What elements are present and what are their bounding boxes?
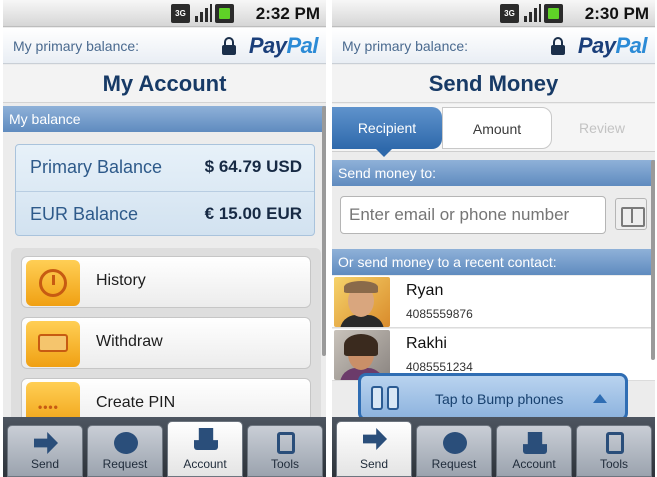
menu-item-withdraw[interactable]: Withdraw — [21, 317, 311, 369]
tab-request[interactable]: Request — [416, 425, 492, 477]
menu-item-label: History — [96, 272, 146, 289]
tab-tools[interactable]: Tools — [576, 425, 652, 477]
status-bar: 3G 2:30 PM — [332, 0, 655, 27]
request-icon — [443, 432, 467, 454]
tools-icon — [277, 432, 295, 454]
tab-label: Account — [183, 457, 227, 471]
withdraw-icon — [26, 321, 80, 367]
signal-icon — [193, 4, 212, 23]
bump-phones-button[interactable]: Tap to Bump phones — [358, 373, 628, 421]
balance-header: My primary balance: PayPal — [332, 28, 655, 64]
paypal-logo: PayPal — [577, 33, 648, 58]
balance-value: € 15.00 EUR — [204, 204, 302, 223]
balance-header: My primary balance: PayPal — [3, 28, 326, 64]
step-amount[interactable]: Amount — [442, 107, 552, 149]
tab-account[interactable]: Account — [496, 425, 572, 477]
contact-number: 4085559876 — [406, 307, 473, 321]
expand-up-icon — [593, 394, 607, 403]
battery-icon — [544, 4, 563, 23]
menu-item-history[interactable]: History — [21, 256, 311, 308]
tab-label: Request — [102, 457, 148, 471]
my-balance-section-header: My balance — [3, 106, 326, 132]
tab-label: Tools — [599, 457, 628, 471]
contact-name: Rakhi — [406, 335, 447, 352]
contact-number: 4085551234 — [406, 360, 473, 374]
primary-balance-label: My primary balance: — [342, 38, 469, 54]
menu-item-label: Withdraw — [96, 333, 163, 350]
contact-name: Ryan — [406, 282, 444, 299]
tab-send[interactable]: Send — [336, 421, 412, 477]
tab-account[interactable]: Account — [167, 421, 243, 477]
balance-card: Primary Balance $ 64.79 USD EUR Balance … — [15, 144, 315, 236]
recent-contacts-section-header: Or send money to a recent contact: — [332, 249, 655, 275]
step-review: Review — [552, 107, 652, 149]
menu-item-label: Create PIN — [96, 394, 176, 411]
address-book-icon[interactable] — [615, 198, 647, 230]
send-money-screen: 3G 2:30 PM My primary balance: PayPal Se… — [332, 0, 655, 477]
paypal-logo: PayPal — [248, 33, 319, 58]
lock-icon — [551, 37, 565, 55]
send-icon — [363, 428, 387, 450]
tab-send[interactable]: Send — [7, 425, 83, 477]
tools-icon — [606, 432, 624, 454]
contact-row[interactable]: Ryan 4085559876 — [332, 276, 655, 328]
tab-request[interactable]: Request — [87, 425, 163, 477]
send-steps: Recipient Amount Review — [332, 104, 655, 157]
status-bar: 3G 2:32 PM — [3, 0, 326, 27]
account-icon — [523, 432, 547, 454]
my-account-screen: 3G 2:32 PM My primary balance: PayPal My… — [3, 0, 326, 477]
balance-name: EUR Balance — [30, 204, 139, 224]
page-title: Send Money — [332, 65, 655, 103]
signal-icon — [522, 4, 541, 23]
balance-value: $ 64.79 USD — [204, 157, 302, 176]
tab-label: Tools — [270, 457, 299, 471]
network-3g-icon: 3G — [500, 4, 519, 23]
recipient-row — [332, 186, 655, 246]
scrollbar[interactable] — [322, 106, 326, 356]
request-icon — [114, 432, 138, 454]
bottom-tab-bar: Send Request Account Tools — [3, 417, 326, 477]
page-title: My Account — [3, 65, 326, 103]
network-3g-icon: 3G — [171, 4, 190, 23]
send-icon — [34, 432, 58, 454]
status-time: 2:30 PM — [584, 4, 649, 23]
tab-label: Send — [30, 457, 60, 471]
history-icon — [26, 260, 80, 306]
status-time: 2:32 PM — [255, 4, 320, 23]
avatar — [334, 277, 390, 327]
bump-label: Tap to Bump phones — [435, 391, 564, 407]
primary-balance-row: Primary Balance $ 64.79 USD — [16, 145, 314, 191]
recipient-input[interactable] — [340, 196, 606, 234]
tab-label: Request — [431, 457, 477, 471]
tab-tools[interactable]: Tools — [247, 425, 323, 477]
send-to-section-header: Send money to: — [332, 160, 655, 186]
step-recipient[interactable]: Recipient — [332, 107, 442, 157]
battery-icon — [215, 4, 234, 23]
account-icon — [194, 428, 218, 450]
tab-label: Send — [359, 457, 389, 471]
bump-phones-icon — [369, 384, 403, 412]
tab-label: Account — [512, 457, 556, 471]
scrollbar[interactable] — [651, 160, 655, 360]
bottom-tab-bar: Send Request Account Tools — [332, 417, 655, 477]
lock-icon — [222, 37, 236, 55]
eur-balance-row: EUR Balance € 15.00 EUR — [16, 191, 314, 237]
balance-name: Primary Balance — [30, 157, 163, 177]
primary-balance-label: My primary balance: — [13, 38, 140, 54]
